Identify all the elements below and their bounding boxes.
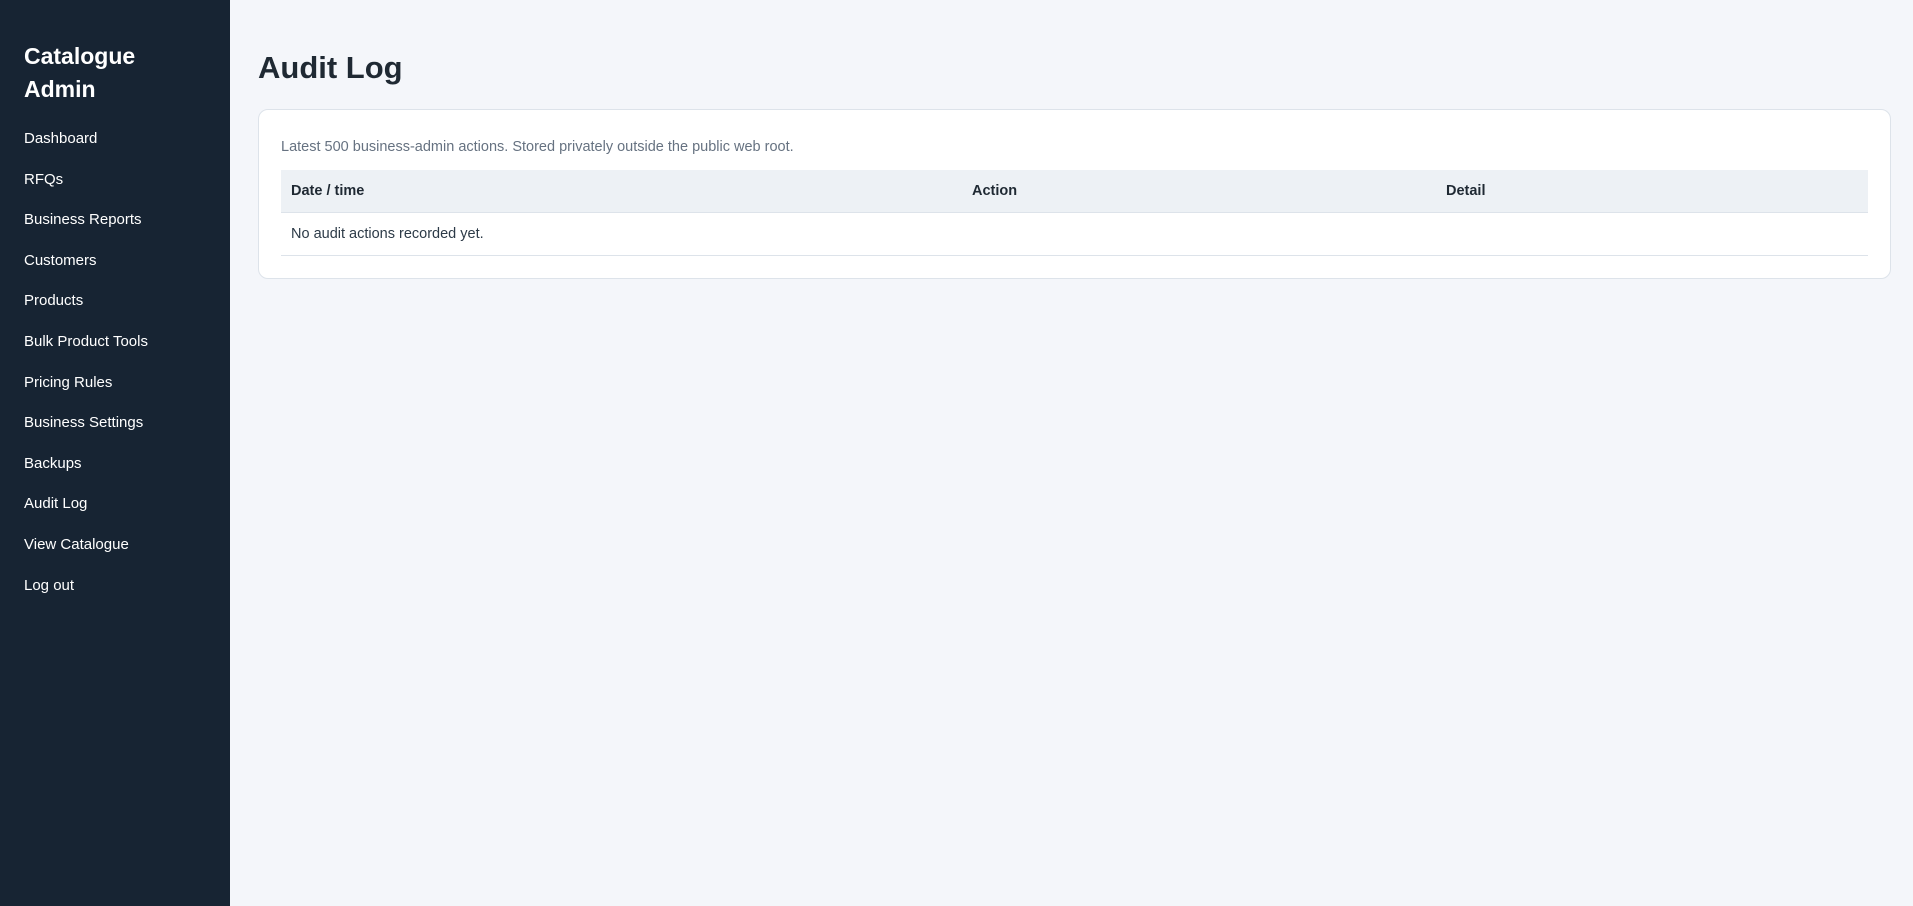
page-title: Audit Log (258, 50, 403, 85)
table-header: Date / time Action Detail (281, 170, 1868, 213)
table-body: No audit actions recorded yet. (281, 212, 1868, 256)
sidebar-item-business-reports[interactable]: Business Reports (24, 211, 230, 229)
empty-state-message: No audit actions recorded yet. (281, 212, 1868, 256)
sidebar-item-bulk-product-tools[interactable]: Bulk Product Tools (24, 333, 230, 351)
table-row-empty: No audit actions recorded yet. (281, 212, 1868, 256)
sidebar-item-backups[interactable]: Backups (24, 455, 230, 473)
column-header-action: Action (962, 170, 1436, 213)
app-root: Catalogue Admin Dashboard RFQs Business … (0, 0, 1913, 906)
sidebar-nav: Dashboard RFQs Business Reports Customer… (24, 130, 230, 595)
sidebar-item-log-out[interactable]: Log out (24, 577, 230, 595)
main-content: Audit Log Latest 500 business-admin acti… (230, 0, 1913, 906)
audit-log-card: Latest 500 business-admin actions. Store… (258, 109, 1891, 279)
sidebar-item-pricing-rules[interactable]: Pricing Rules (24, 374, 230, 392)
sidebar-item-audit-log[interactable]: Audit Log (24, 495, 230, 513)
sidebar: Catalogue Admin Dashboard RFQs Business … (0, 0, 230, 906)
table-header-row: Date / time Action Detail (281, 170, 1868, 213)
card-description: Latest 500 business-admin actions. Store… (281, 139, 794, 155)
sidebar-item-customers[interactable]: Customers (24, 252, 230, 270)
sidebar-item-view-catalogue[interactable]: View Catalogue (24, 536, 230, 554)
audit-log-table: Date / time Action Detail No audit actio… (281, 170, 1868, 256)
sidebar-item-business-settings[interactable]: Business Settings (24, 414, 230, 432)
column-header-detail: Detail (1436, 170, 1868, 213)
brand-title: Catalogue Admin (24, 43, 136, 102)
sidebar-item-dashboard[interactable]: Dashboard (24, 130, 230, 148)
sidebar-item-products[interactable]: Products (24, 292, 230, 310)
sidebar-item-rfqs[interactable]: RFQs (24, 171, 230, 189)
column-header-date-time: Date / time (281, 170, 962, 213)
